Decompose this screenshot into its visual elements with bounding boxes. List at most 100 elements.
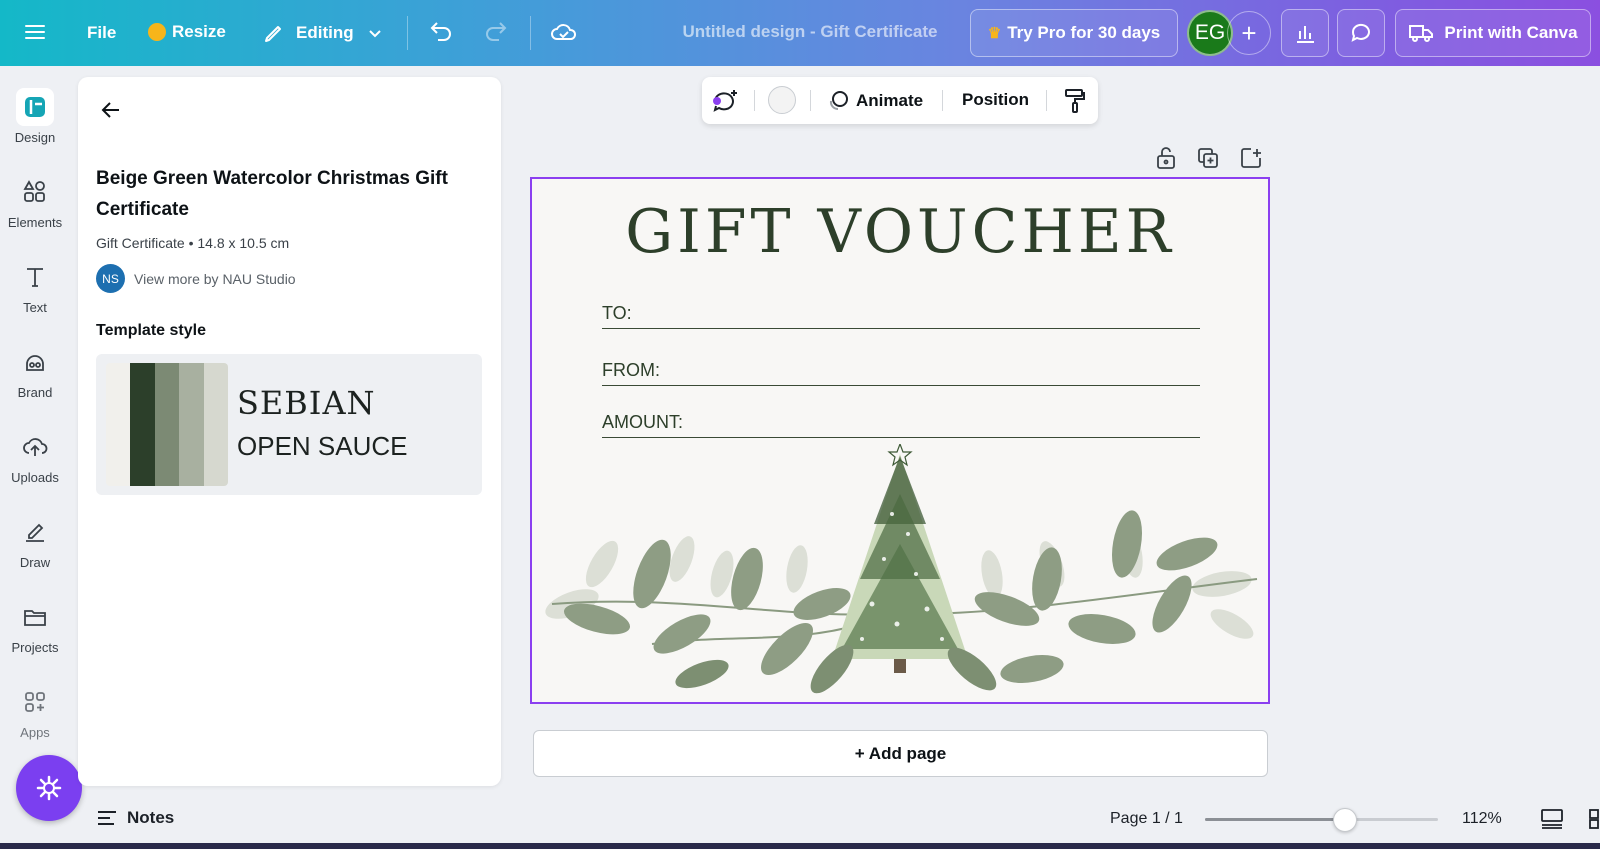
zoom-level[interactable]: 112% — [1462, 810, 1502, 828]
author-link[interactable]: View more by NAU Studio — [134, 271, 296, 287]
body-font-sample: OPEN SAUCE — [237, 431, 408, 461]
lock-icon[interactable] — [1155, 146, 1177, 175]
rail-item-apps[interactable]: Apps — [0, 683, 70, 740]
redo-icon[interactable] — [483, 20, 509, 44]
christmas-tree-illustration[interactable] — [532, 444, 1268, 704]
color-swatch — [106, 363, 131, 486]
comment-icon — [1351, 23, 1370, 42]
from-field[interactable]: FROM: — [602, 360, 1200, 386]
toolbar-divider — [754, 90, 755, 111]
resize-label: Resize — [172, 22, 226, 41]
projects-icon — [16, 598, 54, 636]
plus-icon: + — [1241, 17, 1257, 48]
top-bar: File Resize Editing Untitled design - Gi… — [0, 0, 1600, 66]
color-swatch — [130, 363, 155, 486]
pencil-icon — [265, 26, 281, 42]
color-swatch — [179, 363, 204, 486]
file-menu[interactable]: File — [87, 23, 116, 43]
color-swatch — [203, 363, 228, 486]
rail-item-uploads[interactable]: Uploads — [0, 428, 70, 485]
amount-field[interactable]: AMOUNT: — [602, 412, 1200, 438]
rail-label: Text — [23, 300, 47, 315]
zoom-slider-fill — [1205, 818, 1345, 821]
print-with-canva-button[interactable]: Print with Canva — [1395, 9, 1591, 57]
toolbar-divider — [530, 16, 531, 50]
paint-roller-icon[interactable] — [1064, 88, 1086, 119]
rail-item-projects[interactable]: Projects — [0, 598, 70, 655]
back-arrow-icon[interactable] — [100, 99, 122, 126]
toolbar-divider — [407, 16, 408, 50]
bar-chart-icon — [1297, 26, 1314, 43]
hamburger-icon[interactable] — [24, 21, 46, 43]
rail-label: Design — [14, 130, 56, 145]
uploads-icon — [16, 428, 54, 466]
try-pro-label: Try Pro for 30 days — [1007, 23, 1161, 42]
rail-item-draw[interactable]: Draw — [0, 513, 70, 570]
notes-label: Notes — [127, 808, 175, 827]
template-details-panel: Beige Green Watercolor Christmas Gift Ce… — [78, 77, 501, 786]
editing-mode-dropdown[interactable]: Editing — [262, 21, 384, 45]
template-style-heading: Template style — [96, 322, 206, 339]
undo-icon[interactable] — [428, 20, 454, 44]
sparkle-icon — [36, 775, 62, 801]
elements-icon — [16, 173, 54, 211]
draw-icon — [16, 513, 54, 551]
apps-icon — [16, 683, 54, 721]
color-swatch — [154, 363, 180, 486]
truck-icon — [1409, 25, 1434, 42]
magic-edit-icon[interactable] — [710, 87, 740, 120]
rail-item-brand[interactable]: Brand — [0, 343, 70, 400]
magic-assistant-button[interactable] — [16, 755, 82, 821]
template-meta: Gift Certificate • 14.8 x 10.5 cm — [96, 235, 290, 251]
color-picker-swatch[interactable] — [768, 86, 796, 114]
template-title: Beige Green Watercolor Christmas Gift Ce… — [96, 168, 448, 220]
duplicate-page-icon[interactable] — [1197, 147, 1219, 174]
rail-label: Apps — [20, 725, 50, 740]
try-pro-button[interactable]: ♛ Try Pro for 30 days — [970, 9, 1178, 57]
comments-button[interactable] — [1337, 9, 1385, 57]
rail-item-elements[interactable]: Elements — [0, 173, 70, 230]
rail-item-design[interactable]: Design — [0, 88, 70, 145]
heading-font-sample: SEBIAN — [237, 384, 376, 422]
color-palette — [106, 363, 228, 486]
animate-button[interactable]: Animate — [826, 89, 923, 113]
page-indicator[interactable]: Page 1 / 1 — [1110, 810, 1183, 828]
fullscreen-icon[interactable] — [1588, 808, 1600, 835]
animate-label: Animate — [856, 91, 924, 110]
design-icon — [16, 88, 54, 126]
animate-icon — [829, 91, 848, 111]
left-rail: Design Elements Text Brand Uploads Draw — [0, 66, 70, 849]
resize-button[interactable]: Resize — [148, 22, 226, 42]
print-label: Print with Canva — [1444, 23, 1578, 42]
chevron-down-icon — [368, 30, 381, 38]
voucher-title[interactable]: GIFT VOUCHER — [532, 197, 1268, 267]
zoom-slider-handle[interactable] — [1332, 808, 1357, 832]
text-icon — [16, 258, 54, 296]
to-field[interactable]: TO: — [602, 303, 1200, 329]
add-page-button[interactable]: + Add page — [533, 730, 1268, 777]
notes-icon — [98, 811, 116, 825]
add-collaborator-button[interactable]: + — [1227, 11, 1271, 55]
rail-item-text[interactable]: Text — [0, 258, 70, 315]
toolbar-divider — [1046, 90, 1047, 111]
editing-label: Editing — [296, 23, 354, 42]
insights-button[interactable] — [1281, 9, 1329, 57]
rail-label: Draw — [19, 555, 51, 570]
grid-view-icon[interactable] — [1540, 808, 1564, 835]
author-avatar[interactable]: NS — [96, 264, 125, 293]
toolbar-divider — [810, 90, 811, 111]
rail-label: Elements — [7, 215, 63, 230]
rail-label: Projects — [11, 640, 59, 655]
position-button[interactable]: Position — [962, 90, 1029, 110]
brand-icon — [16, 343, 54, 381]
rail-label: Uploads — [11, 470, 59, 485]
template-style-card[interactable]: SEBIAN OPEN SAUCE — [96, 354, 482, 495]
add-page-icon[interactable] — [1240, 147, 1262, 174]
taskbar-strip — [0, 843, 1600, 849]
cloud-saved-icon[interactable] — [550, 20, 578, 44]
zoom-slider[interactable] — [1205, 808, 1438, 832]
crown-icon: ♛ — [987, 25, 1002, 42]
document-title[interactable]: Untitled design - Gift Certificate — [600, 22, 1020, 42]
notes-button[interactable]: Notes — [96, 808, 174, 828]
design-canvas[interactable]: GIFT VOUCHER TO: FROM: AMOUNT: — [530, 177, 1270, 704]
